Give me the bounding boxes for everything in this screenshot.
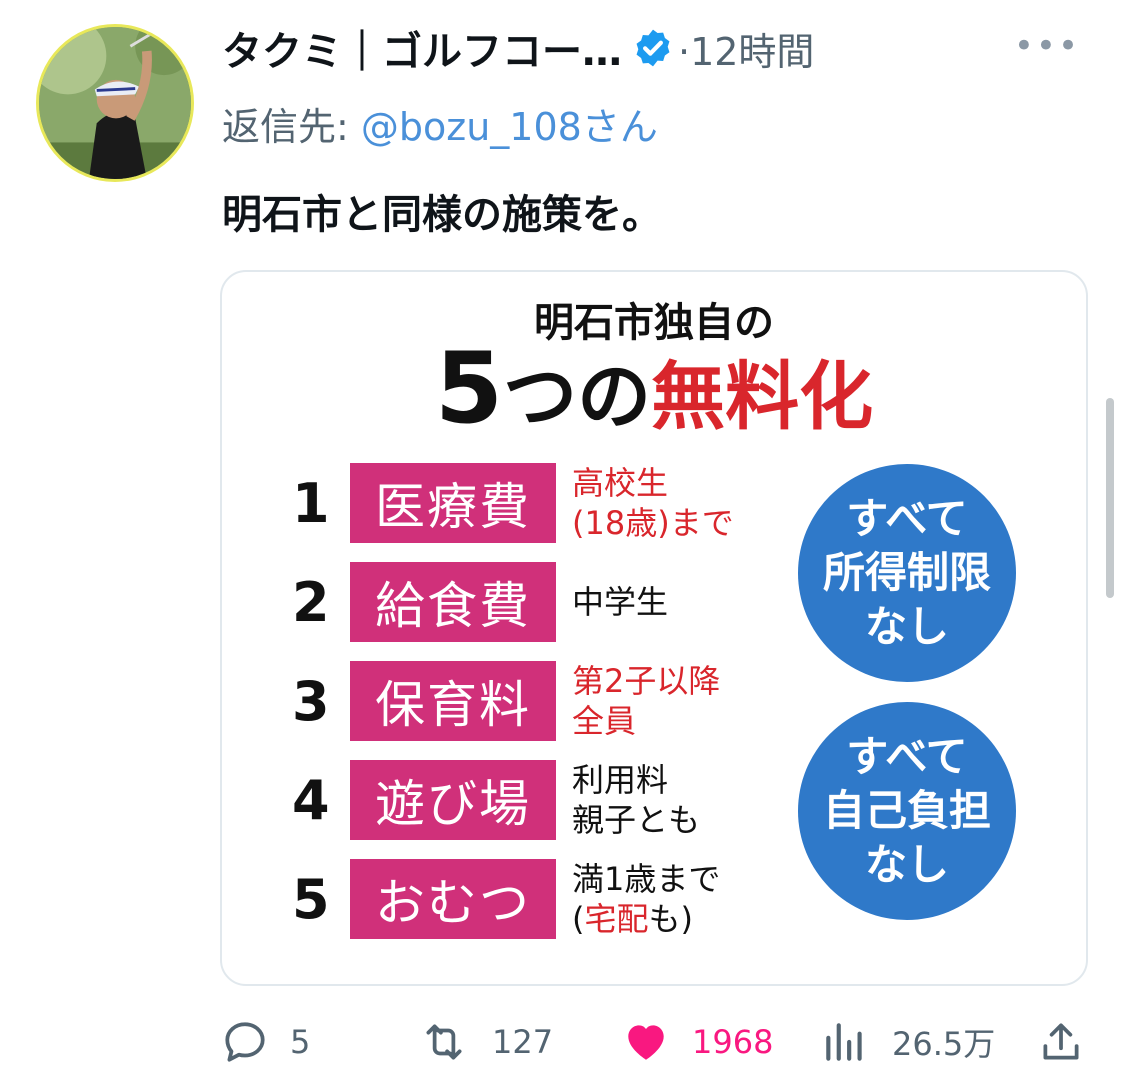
badge-circle-income: すべて 所得制限 なし bbox=[798, 464, 1016, 682]
more-icon[interactable]: ••• bbox=[1014, 26, 1080, 66]
scrollbar[interactable] bbox=[1106, 398, 1114, 598]
image-title-mid: つの bbox=[503, 354, 652, 440]
item-number: 1 bbox=[292, 471, 330, 535]
reply-prefix: 返信先: bbox=[222, 105, 361, 149]
share-icon bbox=[1043, 1023, 1079, 1060]
item-note: 第2子以降 全員 bbox=[572, 661, 720, 741]
circle-line2: 所得制限 bbox=[822, 548, 991, 597]
reply-button[interactable]: 5 bbox=[220, 1012, 310, 1072]
timestamp[interactable]: ·12時間 bbox=[678, 21, 814, 76]
like-button[interactable]: 1968 bbox=[620, 1012, 773, 1072]
badge-circle-cost: すべて 自己負担 なし bbox=[798, 702, 1016, 920]
tweet-image[interactable]: 明石市独自の 5つの無料化 1 医療費 高校生 (18歳)まで 2 給食費 中学… bbox=[220, 270, 1088, 986]
item-note-line2: (18歳)まで bbox=[572, 504, 734, 542]
item-note-line1: 高校生 bbox=[572, 464, 669, 502]
verified-badge-icon bbox=[632, 27, 674, 69]
item-note-paren-open: ( bbox=[572, 900, 585, 938]
item-label: 給食費 bbox=[350, 562, 556, 642]
circle-line1: すべて bbox=[846, 494, 968, 543]
item-note: 高校生 (18歳)まで bbox=[572, 463, 734, 543]
retweet-button[interactable]: 127 bbox=[416, 1012, 553, 1072]
reply-to: 返信先: @bozu_108さん bbox=[222, 96, 658, 151]
image-title-red: 無料化 bbox=[651, 354, 874, 440]
views-button[interactable]: 26.5万 bbox=[820, 1012, 995, 1072]
like-icon bbox=[628, 1025, 664, 1060]
item-note-line1: 満1歳まで bbox=[572, 860, 721, 898]
item-number: 2 bbox=[292, 570, 330, 634]
avatar[interactable] bbox=[36, 24, 194, 182]
list-item: 1 医療費 高校生 (18歳)まで bbox=[292, 462, 734, 544]
item-label: おむつ bbox=[350, 859, 556, 939]
item-note-line2: 親子とも bbox=[572, 801, 701, 839]
item-note-line1: 利用料 bbox=[572, 761, 669, 799]
circle-line2: 自己負担 bbox=[822, 786, 991, 835]
item-number: 3 bbox=[292, 669, 330, 733]
action-bar: 5 127 1968 26.5万 bbox=[0, 1012, 1124, 1072]
list-item: 5 おむつ 満1歳まで (宅配も) bbox=[292, 858, 720, 940]
list-item: 3 保育料 第2子以降 全員 bbox=[292, 660, 720, 742]
display-name[interactable]: タクミ｜ゴルフコー… bbox=[222, 19, 622, 77]
item-note-line2: 全員 bbox=[572, 702, 637, 740]
circle-line3: なし bbox=[864, 840, 949, 889]
image-title-number: 5 bbox=[434, 332, 504, 446]
item-note-line1: 中学生 bbox=[572, 583, 669, 621]
views-count: 26.5万 bbox=[892, 1025, 996, 1063]
item-note: 利用料 親子とも bbox=[572, 760, 700, 840]
share-button[interactable] bbox=[1036, 1012, 1086, 1072]
tweet-header: タクミ｜ゴルフコー… ·12時間 bbox=[222, 20, 814, 76]
item-label: 医療費 bbox=[350, 463, 556, 543]
avatar-golfer-image bbox=[39, 27, 191, 179]
like-count: 1968 bbox=[692, 1023, 774, 1061]
retweet-count: 127 bbox=[492, 1023, 554, 1061]
item-label: 遊び場 bbox=[350, 760, 556, 840]
views-icon bbox=[826, 1023, 862, 1061]
circle-line1: すべて bbox=[846, 732, 968, 781]
circle-line3: なし bbox=[864, 602, 949, 651]
item-note: 満1歳まで (宅配も) bbox=[572, 859, 720, 939]
list-item: 4 遊び場 利用料 親子とも bbox=[292, 759, 700, 841]
reply-icon bbox=[225, 1022, 265, 1062]
reply-handle-link[interactable]: @bozu_108さん bbox=[361, 105, 658, 149]
item-note-highlight: 宅配 bbox=[584, 900, 649, 938]
item-label: 保育料 bbox=[350, 661, 556, 741]
item-number: 5 bbox=[292, 867, 330, 931]
item-note-paren-close: も) bbox=[648, 900, 694, 938]
reply-count: 5 bbox=[290, 1023, 311, 1061]
tweet-text: 明石市と同様の施策を。 bbox=[222, 192, 662, 238]
item-number: 4 bbox=[292, 768, 330, 832]
item-note-line1: 第2子以降 bbox=[572, 662, 721, 700]
image-title-line2: 5つの無料化 bbox=[222, 332, 1086, 446]
list-item: 2 給食費 中学生 bbox=[292, 561, 668, 643]
retweet-icon bbox=[426, 1024, 462, 1060]
item-note: 中学生 bbox=[572, 582, 668, 622]
